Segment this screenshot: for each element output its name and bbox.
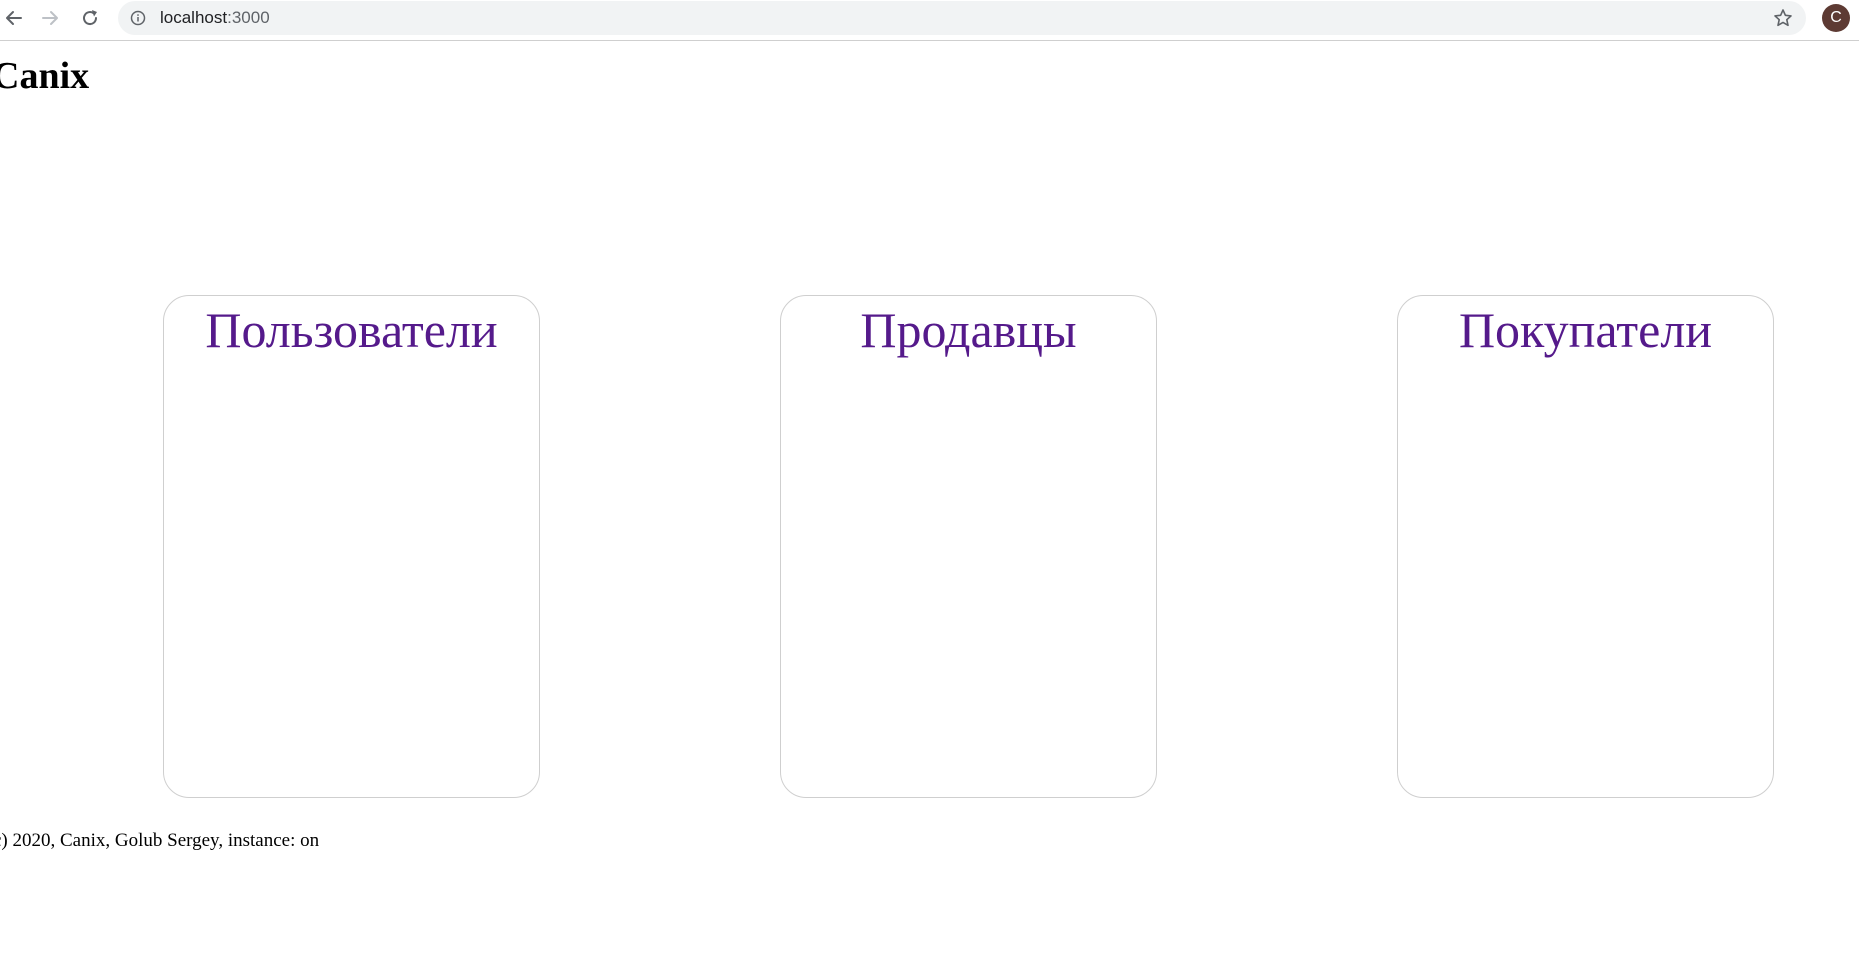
arrow-right-icon xyxy=(42,11,58,25)
profile-avatar[interactable]: C xyxy=(1822,4,1850,32)
arrow-left-icon xyxy=(6,11,22,25)
page-title: Canix xyxy=(0,55,90,97)
card-title-buyers[interactable]: Покупатели xyxy=(1398,300,1773,360)
reload-button[interactable] xyxy=(76,4,104,32)
footer-text: c) 2020, Canix, Golub Sergey, instance: … xyxy=(0,830,320,851)
forward-button[interactable] xyxy=(36,4,64,32)
bookmark-button[interactable] xyxy=(1770,5,1796,31)
url-host: localhost xyxy=(160,8,228,27)
reload-icon xyxy=(83,10,98,26)
card-buyers[interactable]: Покупатели xyxy=(1397,295,1774,798)
address-bar[interactable]: localhost:3000 xyxy=(118,1,1806,35)
back-button[interactable] xyxy=(0,4,28,32)
card-title-users[interactable]: Пользователи xyxy=(164,300,539,360)
info-icon[interactable] xyxy=(130,10,146,26)
card-title-sellers[interactable]: Продавцы xyxy=(781,300,1156,360)
card-sellers[interactable]: Продавцы xyxy=(780,295,1157,798)
browser-toolbar: localhost:3000 C xyxy=(0,0,1859,41)
star-icon xyxy=(1774,9,1792,27)
url-text: localhost:3000 xyxy=(160,8,270,28)
card-users[interactable]: Пользователи xyxy=(163,295,540,798)
url-port: :3000 xyxy=(227,8,270,27)
